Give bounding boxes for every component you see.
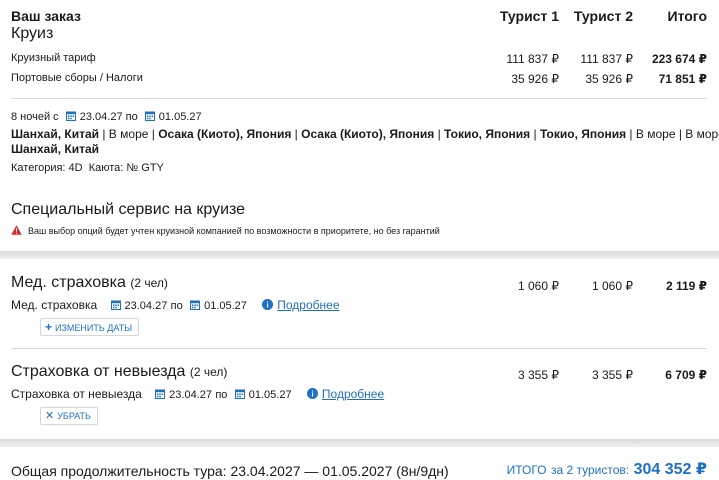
med-t1: 1 060 ₽ <box>518 279 559 293</box>
cancel-t1: 3 355 ₽ <box>518 368 559 382</box>
fare-label: Круизный тариф <box>11 52 96 64</box>
route-port: Токио, Япония <box>539 127 627 141</box>
med-title-text: Мед. страховка <box>11 274 126 291</box>
taxes-t1: 35 926 ₽ <box>511 72 559 86</box>
med-total: 2 119 ₽ <box>665 279 707 293</box>
calendar-icon <box>110 300 121 310</box>
close-icon: ✕ <box>45 410 55 422</box>
plus-icon: + <box>45 320 53 334</box>
route-port: Токио, Япония <box>444 127 531 141</box>
divider <box>11 98 707 99</box>
cancel-t2: 3 355 ₽ <box>592 368 633 382</box>
cruise-label: Круиз <box>11 25 54 42</box>
cancel-sub-label: Страховка от невыезда <box>11 387 142 401</box>
change-dates-label: Изменить даты <box>55 323 133 333</box>
med-sub-label: Мед. страховка <box>11 298 98 312</box>
cancel-total: 6 709 ₽ <box>665 368 707 382</box>
insurance-block: Мед. страховка (2 чел) 1 060 ₽ 1 060 ₽ 2… <box>0 259 719 439</box>
cancel-count: (2 чел) <box>189 365 228 379</box>
calendar-icon <box>155 389 166 399</box>
taxes-label: Портовые сборы / Налоги <box>11 72 143 84</box>
taxes-total: 71 851 ₽ <box>658 72 707 86</box>
med-date-sep: по <box>170 300 183 312</box>
fare-total: 223 674 ₽ <box>651 52 707 66</box>
route-sep: | В море | <box>99 127 159 141</box>
calendar-icon <box>65 111 76 121</box>
taxes-t2: 35 926 ₽ <box>585 72 633 86</box>
med-t2: 1 060 ₽ <box>592 279 633 293</box>
med-date-from: 23.04.27 <box>124 300 168 312</box>
calendar-icon <box>234 389 245 399</box>
route-sep: | <box>291 127 302 141</box>
med-more-link[interactable]: Подробнее <box>277 298 339 312</box>
total-label: ИТОГО <box>506 463 547 477</box>
cancel-details: Страховка от невыезда 23.04.27 по 01.05.… <box>11 387 384 401</box>
cancel-title: Страховка от невыезда (2 чел) <box>11 363 227 381</box>
calendar-icon <box>190 300 201 310</box>
info-icon[interactable] <box>262 299 274 310</box>
cabin-info: Категория: 4D Каюта: № GTY <box>11 162 164 174</box>
tour-duration: Общая продолжительность тура: 23.04.2027… <box>11 463 449 479</box>
special-title: Специальный сервис на круизе <box>11 201 246 218</box>
cruise-block: Ваш заказ Круиз Турист 1 Турист 2 Итого … <box>0 0 719 251</box>
category-value: 4D <box>68 162 83 174</box>
route-port: Шанхай, Китай <box>11 127 100 141</box>
change-dates-button[interactable]: + Изменить даты <box>40 318 140 336</box>
fare-t2: 111 837 ₽ <box>580 52 633 66</box>
route-line: Шанхай, Китай | В море | Осака (Киото), … <box>11 127 719 141</box>
order-summary: Ваш заказ Круиз Турист 1 Турист 2 Итого … <box>0 0 719 480</box>
route-sep: | <box>434 127 445 141</box>
warning-text: Ваш выбор опций будет учтен круизной ком… <box>28 226 440 236</box>
route-port: Осака (Киото), Япония <box>158 127 292 141</box>
order-label: Ваш заказ <box>11 8 81 24</box>
cancel-more-link[interactable]: Подробнее <box>322 387 384 401</box>
col-tourist1: Турист 1 <box>499 8 559 24</box>
cabin-value: № GTY <box>126 162 164 174</box>
cabin-label: Каюта: <box>88 162 124 174</box>
med-details: Мед. страховка 23.04.27 по 01.05.27 Подр… <box>11 298 340 312</box>
section-gap <box>0 439 719 447</box>
route-line-2: Шанхай, Китай <box>11 142 100 156</box>
category-label: Категория: <box>11 162 66 174</box>
cancel-date-to: 01.05.27 <box>248 389 292 401</box>
route-port: Осака (Киото), Япония <box>301 127 435 141</box>
fare-t1: 111 837 ₽ <box>506 52 559 66</box>
med-count: (2 чел) <box>130 276 168 290</box>
total-for: за 2 туристов: <box>550 463 630 477</box>
footer-block: Общая продолжительность тура: 23.04.2027… <box>0 447 719 480</box>
date-to: 01.05.27 <box>158 111 202 123</box>
date-from: 23.04.27 <box>79 111 123 123</box>
med-title: Мед. страховка (2 чел) <box>11 274 168 292</box>
med-date-to: 01.05.27 <box>204 300 247 312</box>
cancel-date-from: 23.04.27 <box>169 389 212 401</box>
col-total: Итого <box>667 8 707 24</box>
route-sep: | <box>530 127 540 141</box>
route-sep: | В море | В море | <box>629 127 719 141</box>
calendar-icon <box>144 111 155 121</box>
special-warning: Ваш выбор опций будет учтен круизной ком… <box>11 225 440 236</box>
col-tourist2: Турист 2 <box>573 8 633 24</box>
cancel-date-sep: по <box>215 389 228 401</box>
grand-total: ИТОГО за 2 туристов: 304 352 ₽ <box>507 459 707 479</box>
section-gap <box>0 251 719 259</box>
divider <box>11 348 707 349</box>
cruise-dates: 8 ночей с 23.04.27 по 01.05.27 <box>11 111 202 123</box>
remove-label: Убрать <box>57 411 91 421</box>
date-sep: по <box>125 111 138 123</box>
total-value: 304 352 ₽ <box>633 461 707 478</box>
warning-icon <box>11 225 22 235</box>
remove-button[interactable]: ✕ Убрать <box>40 407 98 425</box>
nights-prefix: 8 ночей с <box>11 111 59 123</box>
cancel-title-text: Страховка от невыезда <box>11 363 186 380</box>
info-icon[interactable] <box>306 388 318 399</box>
